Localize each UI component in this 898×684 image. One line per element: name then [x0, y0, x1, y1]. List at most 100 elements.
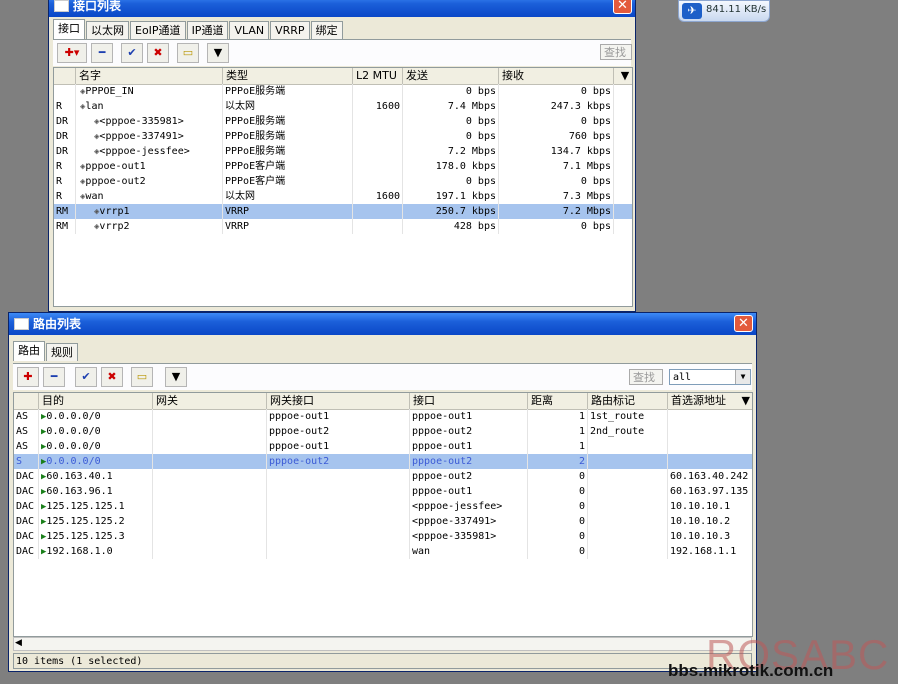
- table-row[interactable]: DR ◈<pppoe-335981> PPPoE服务端 0 bps 0 bps: [54, 114, 632, 129]
- table-row[interactable]: S ▶0.0.0.0/0 pppoe-out2 pppoe-out2 2: [14, 454, 752, 469]
- disable-button[interactable]: ✖: [101, 367, 123, 387]
- table-row[interactable]: R ◈wan 以太网 1600 197.1 kbps 7.3 Mbps: [54, 189, 632, 204]
- add-button[interactable]: ✚▾: [57, 43, 87, 63]
- comment-button[interactable]: ▭: [131, 367, 153, 387]
- table-row[interactable]: R ◈pppoe-out1 PPPoE客户端 178.0 kbps 7.1 Mbps: [54, 159, 632, 174]
- cell-mark: [588, 439, 668, 454]
- tab-bonding[interactable]: 绑定: [310, 21, 343, 39]
- cell-dst: ▶125.125.125.1: [39, 499, 153, 514]
- tab-vlan[interactable]: VLAN: [229, 21, 270, 39]
- col-type[interactable]: 类型: [223, 68, 353, 84]
- tab-vrrp[interactable]: VRRP: [270, 21, 310, 39]
- filter-button[interactable]: ▼: [207, 43, 229, 63]
- cell-flag: [54, 84, 76, 99]
- cell-iface: <pppoe-335981>: [410, 529, 528, 544]
- close-button[interactable]: ✕: [613, 0, 632, 14]
- cell-dst: ▶125.125.125.2: [39, 514, 153, 529]
- tab-interface[interactable]: 接口: [53, 19, 85, 39]
- table-row[interactable]: AS ▶0.0.0.0/0 pppoe-out2 pppoe-out2 1 2nd_rou…: [14, 424, 752, 439]
- cell-gw_if: pppoe-out2: [267, 454, 410, 469]
- cell-tx: 178.0 kbps: [403, 159, 499, 174]
- tab-rules[interactable]: 规则: [46, 343, 78, 361]
- route-toolbar: ✚ ━ ✔ ✖ ▭ ▼ 查找 all ▼: [13, 363, 752, 390]
- scroll-left-icon[interactable]: ◀: [15, 638, 22, 648]
- find-button[interactable]: 查找: [600, 44, 632, 60]
- cell-dist: 0: [528, 484, 588, 499]
- route-destination: 125.125.125.3: [46, 531, 125, 542]
- chevron-down-icon[interactable]: ▼: [735, 370, 750, 384]
- cell-rx: 0 bps: [499, 219, 614, 234]
- cell-flag: R: [54, 174, 76, 189]
- cell-gw: [153, 439, 267, 454]
- comment-button[interactable]: ▭: [177, 43, 199, 63]
- remove-button[interactable]: ━: [43, 367, 65, 387]
- col-l2mtu[interactable]: L2 MTU: [353, 68, 403, 84]
- table-row[interactable]: DR ◈<pppoe-337491> PPPoE服务端 0 bps 760 bps: [54, 129, 632, 144]
- column-menu-icon[interactable]: ▼: [614, 68, 632, 84]
- col-dst[interactable]: 目的: [39, 393, 153, 409]
- cell-dist: 1: [528, 409, 588, 424]
- cell-gw: [153, 529, 267, 544]
- find-button[interactable]: 查找: [629, 369, 663, 385]
- interface-window-titlebar[interactable]: 接口列表 ✕: [49, 0, 635, 17]
- table-row[interactable]: R ◈pppoe-out2 PPPoE客户端 0 bps 0 bps: [54, 174, 632, 189]
- network-speed-widget: ✈ 841.11 KB/s: [678, 0, 770, 22]
- disable-button[interactable]: ✖: [147, 43, 169, 63]
- tab-eoip[interactable]: EoIP通道: [130, 21, 186, 39]
- cell-dist: 0: [528, 529, 588, 544]
- cell-tx: 0 bps: [403, 129, 499, 144]
- cell-src: 10.10.10.3: [668, 529, 752, 544]
- cell-dst: ▶60.163.96.1: [39, 484, 153, 499]
- cell-mark: [588, 544, 668, 559]
- filter-button[interactable]: ▼: [165, 367, 187, 387]
- tab-ip-tunnel[interactable]: IP通道: [186, 21, 229, 39]
- col-route-mark[interactable]: 路由标记: [588, 393, 668, 409]
- horizontal-scrollbar[interactable]: ◀: [13, 637, 752, 651]
- cell-src: [668, 439, 752, 454]
- cell-gw_if: [267, 469, 410, 484]
- table-row[interactable]: ◈PPPOE_IN PPPoE服务端 0 bps 0 bps: [54, 84, 632, 99]
- enable-button[interactable]: ✔: [75, 367, 97, 387]
- col-tx[interactable]: 发送: [403, 68, 499, 84]
- col-name[interactable]: 名字: [76, 68, 223, 84]
- cell-dist: 0: [528, 544, 588, 559]
- enable-button[interactable]: ✔: [121, 43, 143, 63]
- col-flag: [54, 68, 76, 84]
- table-row[interactable]: DAC ▶192.168.1.0 wan 0 192.168.1.1: [14, 544, 752, 559]
- col-pref-src[interactable]: 首选源地址 ▼: [668, 393, 752, 409]
- table-row[interactable]: DR ◈<pppoe-jessfee> PPPoE服务端 7.2 Mbps 134.7 …: [54, 144, 632, 159]
- col-iface[interactable]: 接口: [410, 393, 528, 409]
- cell-flag: RM: [54, 204, 76, 219]
- col-pref-src-label: 首选源地址: [671, 394, 726, 407]
- tab-routes[interactable]: 路由: [13, 341, 45, 361]
- filter-dropdown[interactable]: all ▼: [669, 369, 751, 385]
- table-row[interactable]: DAC ▶60.163.40.1 pppoe-out2 0 60.163.40.242: [14, 469, 752, 484]
- col-gateway-iface[interactable]: 网关接口: [267, 393, 410, 409]
- table-row[interactable]: DAC ▶60.163.96.1 pppoe-out1 0 60.163.97.135: [14, 484, 752, 499]
- table-row[interactable]: R ◈lan 以太网 1600 7.4 Mbps 247.3 kbps: [54, 99, 632, 114]
- speed-value: 841.11 KB/s: [706, 4, 767, 15]
- tab-ethernet[interactable]: 以太网: [86, 21, 129, 39]
- interface-name: PPPOE_IN: [85, 86, 134, 97]
- col-rx[interactable]: 接收: [499, 68, 614, 84]
- add-button[interactable]: ✚: [17, 367, 39, 387]
- route-destination: 60.163.40.1: [46, 471, 113, 482]
- cell-gw_if: pppoe-out1: [267, 439, 410, 454]
- route-destination: 0.0.0.0/0: [46, 426, 101, 437]
- cell-gw: [153, 424, 267, 439]
- table-row[interactable]: RM ◈vrrp2 VRRP 428 bps 0 bps: [54, 219, 632, 234]
- close-button[interactable]: ✕: [734, 315, 753, 332]
- table-row[interactable]: DAC ▶125.125.125.3 <pppoe-335981> 0 10.10.10…: [14, 529, 752, 544]
- table-row[interactable]: RM ◈vrrp1 VRRP 250.7 kbps 7.2 Mbps: [54, 204, 632, 219]
- route-window-titlebar[interactable]: 路由列表 ✕: [9, 313, 756, 335]
- table-row[interactable]: DAC ▶125.125.125.2 <pppoe-337491> 0 10.10.10…: [14, 514, 752, 529]
- table-row[interactable]: AS ▶0.0.0.0/0 pppoe-out1 pppoe-out1 1 1st_rou…: [14, 409, 752, 424]
- col-gateway[interactable]: 网关: [153, 393, 267, 409]
- cell-type: 以太网: [223, 99, 353, 114]
- cell-rx: 7.2 Mbps: [499, 204, 614, 219]
- table-row[interactable]: AS ▶0.0.0.0/0 pppoe-out1 pppoe-out1 1: [14, 439, 752, 454]
- col-flag: [14, 393, 39, 409]
- col-distance[interactable]: 距离: [528, 393, 588, 409]
- remove-button[interactable]: ━: [91, 43, 113, 63]
- table-row[interactable]: DAC ▶125.125.125.1 <pppoe-jessfee> 0 10.10.1…: [14, 499, 752, 514]
